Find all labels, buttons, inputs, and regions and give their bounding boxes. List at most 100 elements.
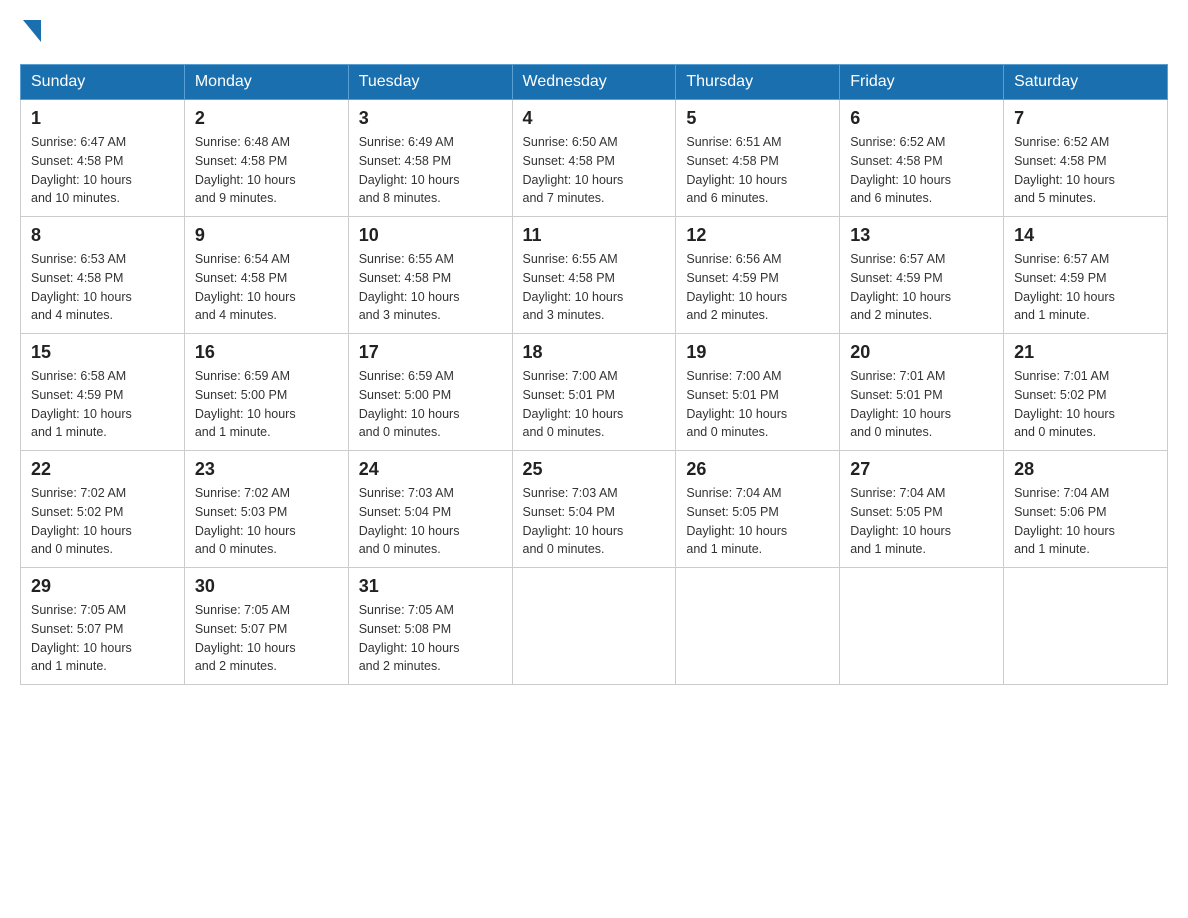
calendar-header-row: SundayMondayTuesdayWednesdayThursdayFrid… xyxy=(21,65,1168,100)
calendar-week-5: 29 Sunrise: 7:05 AM Sunset: 5:07 PM Dayl… xyxy=(21,568,1168,685)
day-number: 31 xyxy=(359,576,502,597)
calendar-cell: 25 Sunrise: 7:03 AM Sunset: 5:04 PM Dayl… xyxy=(512,451,676,568)
page-header xyxy=(20,20,1168,44)
calendar-cell: 27 Sunrise: 7:04 AM Sunset: 5:05 PM Dayl… xyxy=(840,451,1004,568)
logo-line1 xyxy=(20,20,41,50)
calendar-cell: 14 Sunrise: 6:57 AM Sunset: 4:59 PM Dayl… xyxy=(1004,217,1168,334)
day-info: Sunrise: 7:02 AM Sunset: 5:03 PM Dayligh… xyxy=(195,484,338,559)
day-number: 15 xyxy=(31,342,174,363)
day-info: Sunrise: 6:59 AM Sunset: 5:00 PM Dayligh… xyxy=(195,367,338,442)
calendar-cell: 30 Sunrise: 7:05 AM Sunset: 5:07 PM Dayl… xyxy=(184,568,348,685)
day-header-thursday: Thursday xyxy=(676,65,840,100)
calendar-cell: 28 Sunrise: 7:04 AM Sunset: 5:06 PM Dayl… xyxy=(1004,451,1168,568)
day-number: 24 xyxy=(359,459,502,480)
day-number: 25 xyxy=(523,459,666,480)
logo-triangle-icon xyxy=(23,20,41,48)
day-info: Sunrise: 6:53 AM Sunset: 4:58 PM Dayligh… xyxy=(31,250,174,325)
day-info: Sunrise: 6:56 AM Sunset: 4:59 PM Dayligh… xyxy=(686,250,829,325)
calendar-cell xyxy=(840,568,1004,685)
calendar-week-1: 1 Sunrise: 6:47 AM Sunset: 4:58 PM Dayli… xyxy=(21,100,1168,217)
calendar-cell: 31 Sunrise: 7:05 AM Sunset: 5:08 PM Dayl… xyxy=(348,568,512,685)
day-number: 1 xyxy=(31,108,174,129)
day-info: Sunrise: 6:57 AM Sunset: 4:59 PM Dayligh… xyxy=(850,250,993,325)
calendar-cell: 5 Sunrise: 6:51 AM Sunset: 4:58 PM Dayli… xyxy=(676,100,840,217)
day-number: 27 xyxy=(850,459,993,480)
day-info: Sunrise: 6:55 AM Sunset: 4:58 PM Dayligh… xyxy=(359,250,502,325)
calendar-week-4: 22 Sunrise: 7:02 AM Sunset: 5:02 PM Dayl… xyxy=(21,451,1168,568)
day-info: Sunrise: 6:57 AM Sunset: 4:59 PM Dayligh… xyxy=(1014,250,1157,325)
day-number: 4 xyxy=(523,108,666,129)
day-number: 14 xyxy=(1014,225,1157,246)
calendar-cell: 8 Sunrise: 6:53 AM Sunset: 4:58 PM Dayli… xyxy=(21,217,185,334)
day-number: 7 xyxy=(1014,108,1157,129)
calendar-week-3: 15 Sunrise: 6:58 AM Sunset: 4:59 PM Dayl… xyxy=(21,334,1168,451)
day-info: Sunrise: 7:02 AM Sunset: 5:02 PM Dayligh… xyxy=(31,484,174,559)
calendar-cell: 6 Sunrise: 6:52 AM Sunset: 4:58 PM Dayli… xyxy=(840,100,1004,217)
calendar-cell: 29 Sunrise: 7:05 AM Sunset: 5:07 PM Dayl… xyxy=(21,568,185,685)
day-number: 12 xyxy=(686,225,829,246)
day-number: 26 xyxy=(686,459,829,480)
day-header-friday: Friday xyxy=(840,65,1004,100)
logo xyxy=(20,20,41,44)
day-number: 9 xyxy=(195,225,338,246)
calendar-cell: 7 Sunrise: 6:52 AM Sunset: 4:58 PM Dayli… xyxy=(1004,100,1168,217)
calendar-cell: 23 Sunrise: 7:02 AM Sunset: 5:03 PM Dayl… xyxy=(184,451,348,568)
calendar-cell: 19 Sunrise: 7:00 AM Sunset: 5:01 PM Dayl… xyxy=(676,334,840,451)
calendar-cell: 11 Sunrise: 6:55 AM Sunset: 4:58 PM Dayl… xyxy=(512,217,676,334)
day-info: Sunrise: 7:05 AM Sunset: 5:07 PM Dayligh… xyxy=(195,601,338,676)
day-info: Sunrise: 6:48 AM Sunset: 4:58 PM Dayligh… xyxy=(195,133,338,208)
day-number: 23 xyxy=(195,459,338,480)
day-number: 13 xyxy=(850,225,993,246)
day-number: 11 xyxy=(523,225,666,246)
day-info: Sunrise: 6:52 AM Sunset: 4:58 PM Dayligh… xyxy=(1014,133,1157,208)
day-header-sunday: Sunday xyxy=(21,65,185,100)
calendar-cell xyxy=(1004,568,1168,685)
day-info: Sunrise: 7:05 AM Sunset: 5:07 PM Dayligh… xyxy=(31,601,174,676)
day-number: 6 xyxy=(850,108,993,129)
calendar-cell: 16 Sunrise: 6:59 AM Sunset: 5:00 PM Dayl… xyxy=(184,334,348,451)
day-number: 10 xyxy=(359,225,502,246)
calendar-week-2: 8 Sunrise: 6:53 AM Sunset: 4:58 PM Dayli… xyxy=(21,217,1168,334)
day-info: Sunrise: 7:01 AM Sunset: 5:01 PM Dayligh… xyxy=(850,367,993,442)
calendar-cell: 21 Sunrise: 7:01 AM Sunset: 5:02 PM Dayl… xyxy=(1004,334,1168,451)
calendar-cell: 22 Sunrise: 7:02 AM Sunset: 5:02 PM Dayl… xyxy=(21,451,185,568)
day-number: 19 xyxy=(686,342,829,363)
calendar-cell xyxy=(512,568,676,685)
day-number: 2 xyxy=(195,108,338,129)
day-number: 20 xyxy=(850,342,993,363)
day-number: 22 xyxy=(31,459,174,480)
calendar-cell: 15 Sunrise: 6:58 AM Sunset: 4:59 PM Dayl… xyxy=(21,334,185,451)
day-info: Sunrise: 7:01 AM Sunset: 5:02 PM Dayligh… xyxy=(1014,367,1157,442)
calendar-cell: 10 Sunrise: 6:55 AM Sunset: 4:58 PM Dayl… xyxy=(348,217,512,334)
day-number: 17 xyxy=(359,342,502,363)
calendar-cell: 9 Sunrise: 6:54 AM Sunset: 4:58 PM Dayli… xyxy=(184,217,348,334)
day-info: Sunrise: 7:05 AM Sunset: 5:08 PM Dayligh… xyxy=(359,601,502,676)
calendar-cell: 26 Sunrise: 7:04 AM Sunset: 5:05 PM Dayl… xyxy=(676,451,840,568)
day-info: Sunrise: 6:47 AM Sunset: 4:58 PM Dayligh… xyxy=(31,133,174,208)
day-info: Sunrise: 6:49 AM Sunset: 4:58 PM Dayligh… xyxy=(359,133,502,208)
day-number: 30 xyxy=(195,576,338,597)
calendar-table: SundayMondayTuesdayWednesdayThursdayFrid… xyxy=(20,64,1168,685)
day-info: Sunrise: 7:00 AM Sunset: 5:01 PM Dayligh… xyxy=(523,367,666,442)
calendar-cell: 1 Sunrise: 6:47 AM Sunset: 4:58 PM Dayli… xyxy=(21,100,185,217)
day-number: 28 xyxy=(1014,459,1157,480)
day-info: Sunrise: 7:03 AM Sunset: 5:04 PM Dayligh… xyxy=(359,484,502,559)
day-info: Sunrise: 6:54 AM Sunset: 4:58 PM Dayligh… xyxy=(195,250,338,325)
calendar-cell: 13 Sunrise: 6:57 AM Sunset: 4:59 PM Dayl… xyxy=(840,217,1004,334)
day-info: Sunrise: 7:03 AM Sunset: 5:04 PM Dayligh… xyxy=(523,484,666,559)
day-header-wednesday: Wednesday xyxy=(512,65,676,100)
day-header-tuesday: Tuesday xyxy=(348,65,512,100)
day-info: Sunrise: 6:50 AM Sunset: 4:58 PM Dayligh… xyxy=(523,133,666,208)
day-number: 3 xyxy=(359,108,502,129)
calendar-cell: 2 Sunrise: 6:48 AM Sunset: 4:58 PM Dayli… xyxy=(184,100,348,217)
day-info: Sunrise: 7:04 AM Sunset: 5:05 PM Dayligh… xyxy=(850,484,993,559)
day-info: Sunrise: 6:59 AM Sunset: 5:00 PM Dayligh… xyxy=(359,367,502,442)
calendar-cell: 17 Sunrise: 6:59 AM Sunset: 5:00 PM Dayl… xyxy=(348,334,512,451)
calendar-cell: 20 Sunrise: 7:01 AM Sunset: 5:01 PM Dayl… xyxy=(840,334,1004,451)
calendar-cell: 18 Sunrise: 7:00 AM Sunset: 5:01 PM Dayl… xyxy=(512,334,676,451)
calendar-cell xyxy=(676,568,840,685)
day-header-saturday: Saturday xyxy=(1004,65,1168,100)
day-info: Sunrise: 6:58 AM Sunset: 4:59 PM Dayligh… xyxy=(31,367,174,442)
day-number: 8 xyxy=(31,225,174,246)
day-number: 29 xyxy=(31,576,174,597)
